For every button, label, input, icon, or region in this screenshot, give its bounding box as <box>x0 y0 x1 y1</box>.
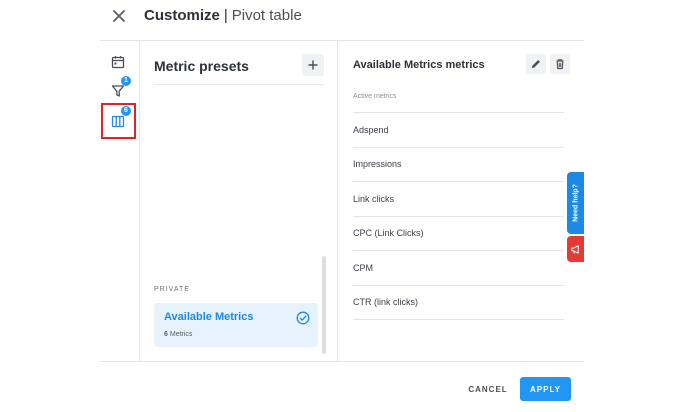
need-help-tab[interactable]: Need help? <box>567 172 584 234</box>
page-subtitle: Pivot table <box>231 7 302 24</box>
preset-name: Available Metrics <box>164 311 254 323</box>
close-icon <box>113 10 125 22</box>
megaphone-icon <box>571 244 579 254</box>
metric-item[interactable]: Link clicks <box>353 182 564 217</box>
need-help-label: Need help? <box>572 184 579 222</box>
trash-icon <box>556 59 564 70</box>
filter-count-badge: 1 <box>121 76 131 86</box>
preset-count-label: Metrics <box>169 331 193 338</box>
rail-selection-highlight <box>101 103 136 139</box>
page-title: Customize <box>144 7 220 24</box>
footer-divider <box>100 361 584 362</box>
metric-item[interactable]: CPM <box>353 251 564 286</box>
title-separator: | <box>223 7 228 24</box>
presets-panel: Metric presets PRIVATE Available Metrics… <box>140 41 338 361</box>
side-rail: 1 6 <box>100 41 140 361</box>
private-section-label: PRIVATE <box>154 286 190 293</box>
plus-icon <box>308 60 318 70</box>
preset-metric-count: 6 Metrics <box>164 331 192 338</box>
metric-item[interactable]: Adspend <box>353 113 564 148</box>
preset-count-number: 6 <box>164 331 168 338</box>
filter-icon <box>111 85 125 97</box>
close-button[interactable] <box>108 6 130 26</box>
metric-item[interactable]: Impressions <box>353 148 564 182</box>
dialog-title: Customize | Pivot table <box>144 7 302 24</box>
edit-preset-button[interactable] <box>526 54 546 74</box>
presets-divider <box>154 84 324 85</box>
delete-preset-button[interactable] <box>550 54 570 74</box>
presets-scrollbar[interactable] <box>322 256 326 354</box>
metric-item[interactable]: CPC (Link Clicks) <box>353 217 564 251</box>
presets-title: Metric presets <box>154 58 249 74</box>
rail-item-calendar[interactable] <box>108 52 128 72</box>
apply-button[interactable]: APPLY <box>520 377 571 401</box>
dialog-header: Customize | Pivot table <box>0 0 688 40</box>
active-metrics-header: Active metrics <box>353 80 564 113</box>
metric-item[interactable]: CTR (link clicks) <box>353 286 564 320</box>
metrics-title: Available Metrics metrics <box>353 59 485 71</box>
rail-item-filter[interactable]: 1 <box>108 76 131 101</box>
add-preset-button[interactable] <box>302 54 324 76</box>
metrics-panel: Available Metrics metrics Active metrics… <box>339 41 584 361</box>
active-metrics-list: Active metrics Adspend Impressions Link … <box>353 80 564 320</box>
check-circle-icon <box>296 311 310 325</box>
preset-item-available-metrics[interactable]: Available Metrics 6 Metrics <box>154 303 318 347</box>
cancel-button[interactable]: CANCEL <box>466 378 510 400</box>
pencil-icon <box>532 60 540 68</box>
announcement-button[interactable] <box>567 236 584 262</box>
calendar-icon <box>111 56 125 69</box>
